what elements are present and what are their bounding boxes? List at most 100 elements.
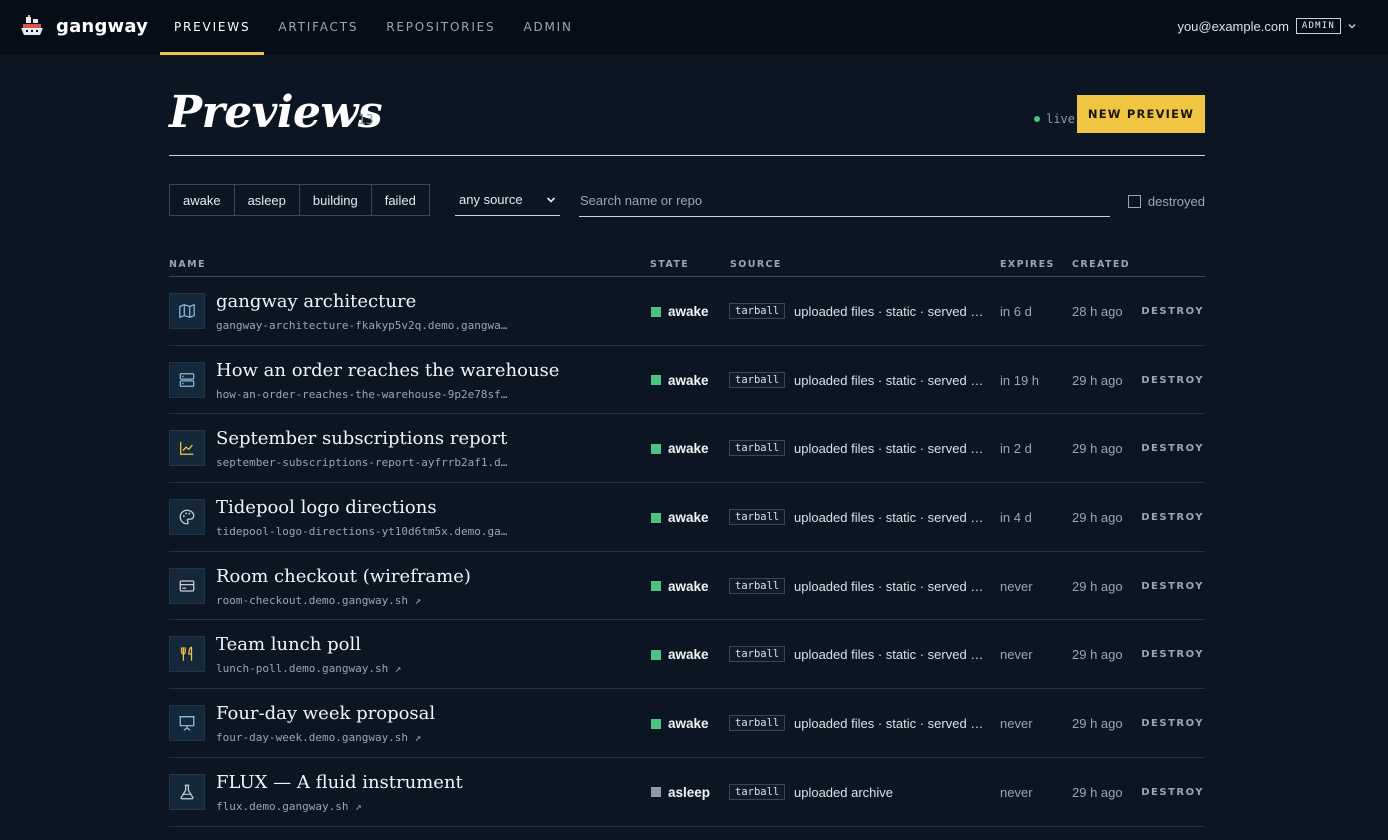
main-content: Previews 13 live NEW PREVIEW awake aslee… [169,55,1205,827]
expires-value: never [1000,784,1033,800]
preview-url[interactable]: gangway-architecture-fkakyp5v2q.demo.gan… [216,319,507,332]
nav-previews[interactable]: PREVIEWS [160,0,265,55]
preview-url[interactable]: four-day-week.demo.gangway.sh ↗ [216,731,421,744]
destroy-button[interactable]: DESTROY [1141,718,1204,729]
filter-asleep[interactable]: asleep [235,185,300,215]
source-description: uploaded files · static · served by gang… [794,510,984,526]
chevron-down-icon [1348,24,1356,29]
table-row[interactable]: How an order reaches the warehouse how-a… [169,346,1205,415]
presentation-icon [179,716,195,731]
table-row[interactable]: September subscriptions report september… [169,414,1205,484]
preview-title[interactable]: Room checkout (wireframe) [216,566,471,587]
preview-url[interactable]: tidepool-logo-directions-yt10d6tm5x.demo… [216,525,507,538]
destroy-button[interactable]: DESTROY [1141,512,1204,523]
preview-url[interactable]: september-subscriptions-report-ayfrrb2af… [216,456,507,469]
table-row[interactable]: Tidepool logo directions tidepool-logo-d… [169,483,1205,552]
destroy-button[interactable]: DESTROY [1141,375,1204,386]
preview-url[interactable]: how-an-order-reaches-the-warehouse-9p2e7… [216,388,507,401]
source-description: uploaded files · static · served by gang… [794,647,984,663]
row-icon [169,293,205,329]
expires-value: never [1000,647,1033,663]
destroy-button[interactable]: DESTROY [1141,443,1204,454]
row-icon [169,567,205,604]
preview-title[interactable]: September subscriptions report [216,428,507,449]
map-icon [179,304,195,318]
source-tag: tarball [729,303,786,319]
state-square-icon [651,581,661,592]
state-square-icon [651,306,661,317]
preview-title[interactable]: gangway architecture [216,291,416,312]
state-indicator: awake [651,373,709,388]
source-tag: tarball [729,509,786,526]
expires-value: in 4 d [1000,510,1032,526]
column-header-state[interactable]: STATE [650,259,689,270]
utensils-icon [180,647,193,662]
credit-card-icon [179,580,195,592]
search-input[interactable] [579,184,1110,217]
table-row[interactable]: FLUX — A fluid instrument flux.demo.gang… [169,758,1205,827]
state-square-icon [651,512,661,523]
destroy-button[interactable]: DESTROY [1141,306,1204,317]
source-tag: tarball [729,577,786,594]
state-filter-group: awake asleep building failed [169,184,430,216]
preview-url[interactable]: flux.demo.gangway.sh ↗ [216,800,362,813]
nav-admin[interactable]: ADMIN [509,0,586,55]
state-indicator: awake [651,647,709,662]
column-header-created[interactable]: CREATED [1072,259,1130,270]
live-label: live [1046,112,1075,126]
source-select[interactable]: any source [455,184,560,216]
state-square-icon [651,443,661,454]
row-icon [169,773,205,810]
column-header-expires[interactable]: EXPIRES [1000,259,1055,270]
state-indicator: awake [651,304,709,319]
state-label: awake [668,647,709,663]
preview-url[interactable]: room-checkout.demo.gangway.sh ↗ [216,594,421,607]
nav-artifacts[interactable]: ARTIFACTS [264,0,372,55]
destroyed-toggle[interactable]: destroyed [1127,194,1205,209]
page-header: Previews 13 live NEW PREVIEW [169,55,1205,156]
preview-title[interactable]: How an order reaches the warehouse [216,360,559,381]
filter-awake[interactable]: awake [170,185,235,215]
created-value: 29 h ago [1072,372,1123,388]
preview-table-body: gangway architecture gangway-architectur… [169,277,1205,827]
source-tag: tarball [729,371,786,388]
table-row[interactable]: Four-day week proposal four-day-week.dem… [169,689,1205,758]
new-preview-button[interactable]: NEW PREVIEW [1077,95,1205,133]
preview-title[interactable]: Tidepool logo directions [216,497,437,518]
row-icon [169,636,205,673]
column-header-name[interactable]: NAME [169,259,206,270]
main-nav: PREVIEWS ARTIFACTS REPOSITORIES ADMIN [160,0,587,55]
filter-failed[interactable]: failed [372,185,429,215]
expires-value: in 2 d [1000,441,1032,457]
destroy-button[interactable]: DESTROY [1141,649,1204,660]
brand-logo[interactable]: gangway [20,15,148,37]
table-row[interactable]: Team lunch poll lunch-poll.demo.gangway.… [169,620,1205,690]
preview-title[interactable]: Team lunch poll [216,634,361,655]
preview-title[interactable]: FLUX — A fluid instrument [216,772,463,793]
filter-building[interactable]: building [300,185,372,215]
preview-count: 13 [358,113,374,128]
preview-url[interactable]: lunch-poll.demo.gangway.sh ↗ [216,662,401,675]
column-header-source[interactable]: SOURCE [730,259,782,270]
top-bar: gangway PREVIEWS ARTIFACTS REPOSITORIES … [0,0,1388,55]
state-square-icon [651,787,661,798]
live-dot-icon [1034,116,1041,122]
table-row[interactable]: Room checkout (wireframe) room-checkout.… [169,552,1205,621]
state-label: asleep [668,784,711,800]
source-tag: tarball [729,646,786,663]
preview-title[interactable]: Four-day week proposal [216,703,435,724]
state-square-icon [651,649,661,660]
destroy-button[interactable]: DESTROY [1141,787,1204,798]
created-value: 29 h ago [1072,716,1123,732]
page-title: Previews [169,87,383,138]
destroy-button[interactable]: DESTROY [1141,581,1204,592]
table-row[interactable]: gangway architecture gangway-architectur… [169,277,1205,346]
nav-repositories[interactable]: REPOSITORIES [372,0,509,55]
destroyed-checkbox[interactable] [1127,195,1141,208]
user-menu[interactable]: you@example.com ADMIN [1177,18,1358,34]
server-icon [179,372,195,387]
source-description: uploaded files · static · served by gang… [794,304,984,319]
created-value: 28 h ago [1072,304,1123,319]
ship-icon [21,15,43,35]
row-icon [169,361,205,398]
